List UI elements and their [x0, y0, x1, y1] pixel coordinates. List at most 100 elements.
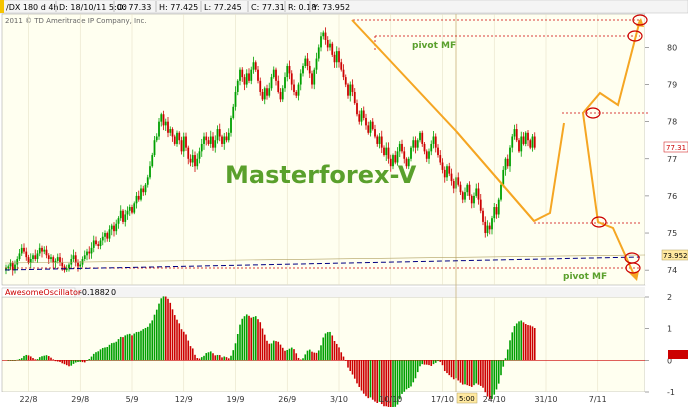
chart-canvas[interactable]: /DX 180 d 4h D: 18/10/11 5:00 O: 77.33 H… [0, 0, 688, 407]
candle-body [342, 69, 345, 78]
header-symbol[interactable]: /DX 180 d 4h [6, 3, 58, 12]
candle-body [297, 84, 300, 96]
oscillator-bar [412, 360, 415, 383]
candle-body [329, 43, 331, 48]
candle-body [353, 91, 356, 104]
candle-body [209, 136, 212, 144]
header-high: H: 77.425 [159, 3, 198, 12]
candle-body [261, 91, 264, 100]
oscillator-bar [533, 327, 536, 361]
oscillator-bar [140, 330, 142, 361]
candle-body [358, 114, 361, 122]
candle-body [518, 140, 520, 152]
oscillator-bar [16, 359, 19, 361]
oscillator-name[interactable]: AwesomeOscillator [5, 288, 82, 297]
date-tick-label: 5/9 [126, 395, 139, 404]
oscillator-bar [311, 351, 313, 361]
oscillator-bar [196, 358, 199, 361]
candle-body [83, 255, 86, 260]
oscillator-bar [149, 323, 151, 361]
oscillator-bar [398, 360, 401, 400]
oscillator-bar [495, 360, 498, 390]
candle-body [227, 132, 230, 141]
candle-body [23, 247, 25, 252]
oscillator-bar [92, 353, 95, 361]
oscillator-bar [59, 360, 61, 362]
oscillator-bar [200, 357, 203, 361]
candle-body [47, 255, 50, 260]
date-tick-label: 19/9 [227, 395, 245, 404]
price-tick-label: 76 [667, 192, 677, 201]
oscillator-bar [497, 360, 500, 384]
candle-body [338, 51, 340, 63]
oscillator-bar [146, 326, 149, 361]
candle-body [529, 140, 532, 148]
candle-body [34, 255, 37, 260]
oscillator-bar [338, 347, 340, 361]
candle-body [421, 132, 424, 144]
candle-body [65, 268, 68, 271]
candle-body [79, 264, 82, 267]
oscillator-bar [113, 342, 115, 361]
candle-body [533, 136, 536, 148]
oscillator-bar [25, 354, 28, 361]
candle-body [133, 203, 136, 213]
oscillator-bar [428, 360, 430, 366]
candle-body [473, 195, 475, 204]
oscillator-bar [173, 315, 176, 361]
oscillator-bar [153, 314, 156, 361]
oscillator-bar [320, 345, 322, 361]
candle-body [234, 91, 237, 107]
candle-body [110, 225, 113, 230]
candle-body [281, 88, 284, 100]
candle-body [115, 223, 118, 232]
candle-body [164, 121, 167, 126]
oscillator-bar [119, 336, 122, 361]
candle-body [203, 136, 205, 144]
candle-body [146, 177, 149, 185]
candle-body [295, 91, 298, 96]
oscillator-bar [502, 360, 505, 367]
oscillator-bar [529, 325, 532, 361]
oscillator-bar [14, 360, 16, 361]
candle-body [245, 73, 248, 85]
candle-body [468, 184, 471, 196]
candle-body [200, 143, 203, 152]
date-tick-label: 10/10 [379, 395, 402, 404]
candle-body [441, 162, 444, 170]
oscillator-bar [187, 340, 190, 361]
candle-body [207, 140, 210, 144]
candle-body [191, 155, 194, 163]
date-tick-label: 26/9 [278, 395, 296, 404]
candle-body [365, 117, 367, 126]
candle-body [95, 240, 97, 245]
candle-body [162, 114, 165, 126]
oscillator-bar [374, 360, 376, 402]
oscillator-bar [290, 347, 293, 361]
oscillator-bar [115, 341, 118, 361]
oscillator-bar [41, 356, 43, 361]
oscillator-bar [43, 355, 46, 361]
oscillator-bar [232, 350, 235, 361]
oscillator-bar [27, 355, 30, 361]
oscillator-bar [362, 360, 365, 394]
oscillator-bar [437, 360, 439, 362]
candle-body [367, 125, 370, 133]
candle-body [383, 147, 385, 156]
oscillator-bar [164, 296, 167, 361]
header-y-value: Y: 73.952 [312, 3, 350, 12]
oscillator-bar [279, 344, 282, 361]
candle-body [218, 129, 221, 137]
oscillator-bar [236, 333, 239, 361]
candle-body [131, 207, 133, 213]
candle-body [360, 110, 363, 122]
candle-body [509, 147, 511, 167]
oscillator-bar [144, 327, 147, 361]
last-price-value: 77.31 [666, 144, 686, 152]
candle-body [122, 210, 124, 222]
oscillator-bar [101, 347, 104, 361]
oscillator-bar [252, 316, 255, 361]
oscillator-bar [430, 360, 433, 366]
candle-body [151, 155, 154, 167]
candle-body [97, 244, 100, 247]
